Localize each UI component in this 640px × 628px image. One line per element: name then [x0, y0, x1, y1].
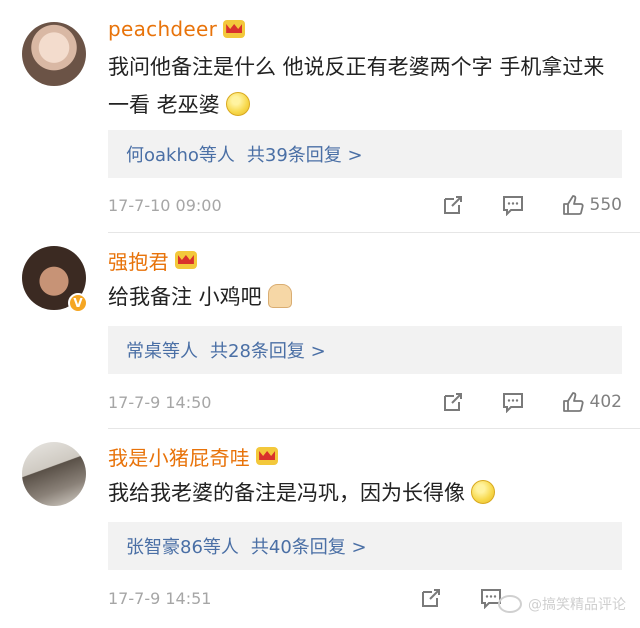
- comment-text: 给我备注 小鸡吧: [108, 278, 608, 316]
- replies-count[interactable]: 共28条回复 >: [210, 337, 326, 363]
- replies-count[interactable]: 共39条回复 >: [247, 141, 363, 167]
- watermark-text: @搞笑精品评论: [528, 597, 626, 613]
- username[interactable]: 强抱君: [108, 246, 169, 275]
- smile-emoji-icon: [471, 480, 495, 504]
- username-row: 强抱君: [108, 245, 197, 275]
- share-icon: [443, 393, 462, 411]
- like-count: 550: [589, 195, 622, 215]
- share-button[interactable]: [442, 194, 464, 216]
- comment-text: 我问他备注是什么 他说反正有老婆两个字 手机拿过来一看 老巫婆: [108, 48, 608, 124]
- reply-button[interactable]: [502, 391, 524, 413]
- verified-badge-icon: V: [68, 293, 88, 313]
- smile-emoji-icon: [225, 92, 250, 116]
- timestamp: 17-7-9 14:50: [108, 392, 212, 412]
- like-count: 402: [589, 392, 622, 412]
- comment-body: 我问他备注是什么 他说反正有老婆两个字 手机拿过来一看 老巫婆: [108, 55, 605, 117]
- replies-users[interactable]: 常桌等人: [126, 337, 198, 363]
- replies-summary[interactable]: 常桌等人 共28条回复 >: [108, 326, 622, 374]
- weibo-logo-icon: [498, 595, 522, 613]
- action-bar: [382, 583, 502, 613]
- replies-users[interactable]: 何oakho等人: [126, 141, 235, 167]
- comment-body: 给我备注 小鸡吧: [108, 285, 262, 309]
- username-row: 我是小猪屁奇哇: [108, 441, 279, 471]
- comment-icon: [502, 393, 523, 413]
- crown-icon: [223, 20, 246, 38]
- like-button[interactable]: 402: [562, 391, 622, 413]
- share-button[interactable]: [442, 391, 464, 413]
- comment-meta: 17-7-10 09:00 550: [108, 190, 622, 220]
- crown-icon: [174, 251, 197, 269]
- like-button[interactable]: 550: [562, 194, 622, 216]
- share-icon: [422, 589, 440, 607]
- timestamp: 17-7-9 14:51: [108, 588, 212, 608]
- action-bar: 402: [404, 387, 622, 417]
- replies-count[interactable]: 共40条回复 >: [251, 533, 367, 559]
- avatar[interactable]: [22, 442, 86, 506]
- like-icon: [562, 195, 584, 215]
- avatar[interactable]: [22, 22, 86, 86]
- username[interactable]: 我是小猪屁奇哇: [108, 442, 250, 471]
- like-icon: [562, 392, 584, 412]
- comment-text: 我给我老婆的备注是冯巩，因为长得像: [108, 474, 608, 512]
- praying-hands-emoji-icon: [267, 284, 292, 308]
- username-row: peachdeer: [108, 14, 246, 44]
- replies-users[interactable]: 张智豪86等人: [126, 533, 239, 559]
- share-button[interactable]: [420, 587, 442, 609]
- replies-summary[interactable]: 何oakho等人 共39条回复 >: [108, 130, 622, 178]
- crown-icon: [256, 447, 279, 465]
- comment-meta: 17-7-9 14:50 402: [108, 387, 622, 417]
- watermark: @搞笑精品评论: [498, 594, 626, 614]
- comment-body: 我给我老婆的备注是冯巩，因为长得像: [108, 481, 465, 505]
- reply-button[interactable]: [502, 194, 524, 216]
- divider: [108, 428, 640, 429]
- comment-icon: [502, 196, 523, 216]
- action-bar: 550: [404, 190, 622, 220]
- share-icon: [443, 196, 462, 214]
- replies-summary[interactable]: 张智豪86等人 共40条回复 >: [108, 522, 622, 570]
- timestamp: 17-7-10 09:00: [108, 195, 222, 215]
- username[interactable]: peachdeer: [108, 17, 217, 41]
- divider: [108, 232, 640, 233]
